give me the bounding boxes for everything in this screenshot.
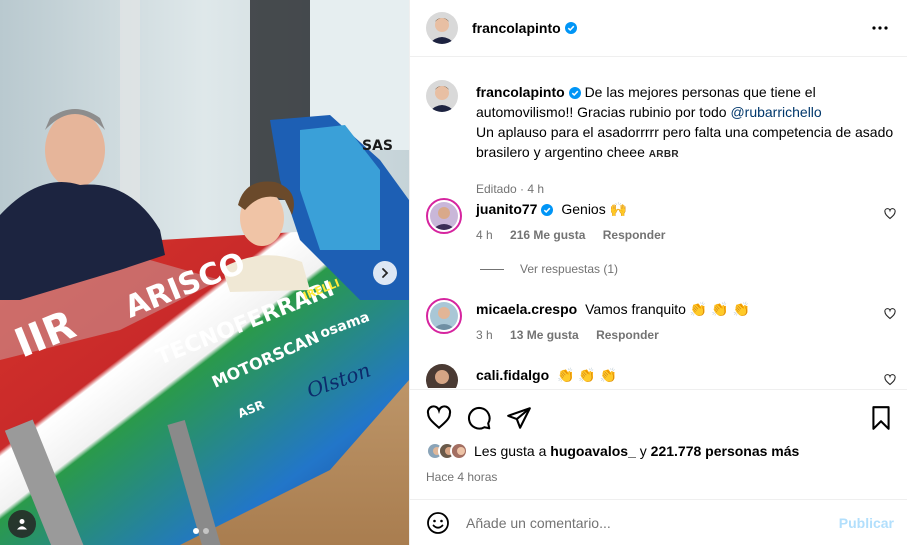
comment-avatar[interactable] [426, 198, 462, 234]
comment-likes[interactable]: 13 Me gusta [510, 328, 579, 342]
heart-icon[interactable] [426, 405, 452, 431]
comment-username[interactable]: micaela.crespo [476, 301, 577, 317]
comment-text: Vamos franquito 👏 👏 👏 [585, 301, 750, 317]
post-media: ARISCO TECNOFERRARI MOTORSCAN osama Olst… [0, 0, 409, 545]
liker-avatar [450, 442, 468, 460]
reply-button[interactable]: Responder [603, 228, 666, 242]
post-actions: Les gusta a hugoavalos_ y 221.778 person… [410, 389, 907, 499]
post-photo: ARISCO TECNOFERRARI MOTORSCAN osama Olst… [0, 0, 409, 545]
reply-button[interactable]: Responder [596, 328, 659, 342]
more-options-button[interactable] [870, 18, 890, 38]
comment-body: cali.fidalgo 👏 👏 👏 [476, 367, 617, 384]
publish-button[interactable]: Publicar [839, 515, 894, 531]
heart-icon[interactable] [884, 374, 896, 386]
send-icon[interactable] [506, 405, 532, 431]
view-replies-label: Ver respuestas (1) [520, 262, 619, 276]
post-side-panel: francolapinto francolapinto De las mejor… [409, 0, 907, 545]
emoji-icon[interactable] [426, 511, 450, 535]
likes-middle: y [635, 443, 651, 459]
carousel-dots [193, 528, 209, 534]
verified-badge-icon [564, 22, 577, 34]
likes-user[interactable]: hugoavalos_ [550, 443, 636, 459]
user-tag-icon [17, 519, 27, 530]
comment-time: 4 h [476, 228, 493, 242]
comment-icon[interactable] [466, 405, 492, 431]
comment-text: Genios 🙌 [561, 201, 628, 217]
comment-likes[interactable]: 216 Me gusta [510, 228, 585, 242]
caption-tag: ARBR [648, 149, 679, 160]
comment-meta: 4 h 216 Me gusta Responder [476, 228, 679, 242]
carousel-dot-active [193, 528, 199, 534]
carousel-dot [203, 528, 209, 534]
carousel-next-button[interactable] [373, 261, 397, 285]
comment-text: 👏 👏 👏 [557, 367, 618, 383]
comment-time: 3 h [476, 328, 493, 342]
tagged-users-button[interactable] [8, 510, 36, 538]
comment-body: juanito77 Genios 🙌 [476, 201, 627, 218]
comment-input[interactable] [466, 512, 826, 534]
divider-line [480, 268, 504, 270]
add-comment-bar: Publicar [410, 499, 907, 545]
caption-text: francolapinto De las mejores personas qu… [476, 82, 896, 165]
comment-avatar[interactable] [426, 298, 462, 334]
caption-username[interactable]: francolapinto [476, 84, 565, 100]
caption-avatar[interactable] [426, 80, 458, 112]
verified-badge-icon [568, 87, 581, 99]
view-replies-button[interactable]: Ver respuestas (1) [480, 262, 618, 276]
comment-meta: 3 h 13 Me gusta Responder [476, 328, 673, 342]
more-horizontal-icon [872, 26, 888, 30]
caption-body-2: Un aplauso para el asadorrrrr pero falta… [476, 124, 894, 160]
heart-icon[interactable] [884, 308, 896, 320]
author-username[interactable]: francolapinto [472, 20, 561, 36]
post-header: francolapinto [410, 0, 907, 57]
comment-username[interactable]: juanito77 [476, 201, 537, 217]
caption-meta: Editado · 4 h [476, 182, 545, 196]
caption-mention[interactable]: @rubarrichello [730, 104, 821, 120]
comment-avatar[interactable] [426, 364, 458, 388]
heart-icon[interactable] [884, 208, 896, 220]
post-dialog: ARISCO TECNOFERRARI MOTORSCAN osama Olst… [0, 0, 907, 545]
comment-username[interactable]: cali.fidalgo [476, 367, 549, 383]
chevron-right-icon [382, 268, 389, 278]
likes-count[interactable]: 221.778 personas más [651, 443, 800, 459]
comments-list: francolapinto De las mejores personas qu… [410, 58, 907, 388]
likes-summary: Les gusta a hugoavalos_ y 221.778 person… [426, 442, 799, 460]
sponsor-sas: SAS [362, 138, 393, 154]
comment-body: micaela.crespo Vamos franquito 👏 👏 👏 [476, 301, 750, 318]
avatar[interactable] [426, 12, 458, 44]
verified-badge-icon [541, 204, 554, 216]
likes-text[interactable]: Les gusta a hugoavalos_ y 221.778 person… [474, 443, 799, 459]
bookmark-icon[interactable] [868, 405, 894, 431]
likes-prefix: Les gusta a [474, 443, 551, 459]
post-timestamp[interactable]: Hace 4 horas [426, 470, 497, 484]
